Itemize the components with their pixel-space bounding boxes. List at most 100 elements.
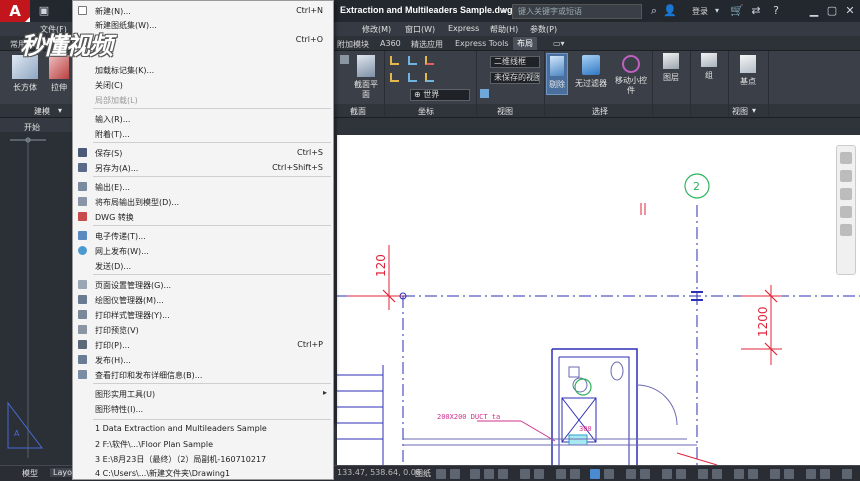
otrack-toggle-icon[interactable] [534,469,544,479]
annotation-visibility-icon[interactable] [676,469,686,479]
menu-parameters[interactable]: 参数(P) [530,24,557,35]
named-view-combo[interactable]: 未保存的视图 [490,72,540,84]
menu-item-dwg-convert[interactable]: DWG 转换 [73,209,333,224]
chevron-right-icon[interactable]: ▸ [500,4,510,18]
menu-item-etransmit[interactable]: 电子传递(T)... [73,228,333,243]
menu-express[interactable]: Express [448,24,479,33]
ribbon-toggle-icon[interactable]: ▭▾ [553,39,565,48]
menu-item-attach[interactable]: 附着(T)... [73,126,333,141]
app-logo-button[interactable]: A [0,0,30,22]
annotation-monitor-icon[interactable] [748,469,758,479]
menu-item-publish[interactable]: 发布(H)... [73,352,333,367]
recent-file-2[interactable]: 2 F:\软件\...\Floor Plan Sample [73,436,333,451]
menu-help[interactable]: 帮助(H) [490,24,518,35]
menu-item-save-as[interactable]: 另存为(A)... Ctrl+Shift+S [73,160,333,175]
grid-toggle-icon[interactable] [436,469,446,479]
units-icon[interactable] [770,469,780,479]
layers-button[interactable]: 图层 [656,53,686,83]
ucs-z-icon[interactable] [407,73,417,82]
culling-button[interactable]: 剔除 [546,53,568,95]
ucs-icon[interactable] [390,56,399,65]
dynamic-ucs-icon[interactable] [626,469,636,479]
lineweight-toggle-icon[interactable] [556,469,566,479]
menu-item-plot-style-manager[interactable]: 打印样式管理器(Y)... [73,307,333,322]
menu-item-save[interactable]: 保存(S) Ctrl+S [73,145,333,160]
login-label[interactable]: 登录 [692,6,708,17]
menu-item-plotter-manager[interactable]: 绘图仪管理器(M)... [73,292,333,307]
orbit-icon[interactable] [840,206,852,218]
tab-featured-apps[interactable]: 精选应用 [411,39,443,50]
menu-window[interactable]: 窗口(W) [405,24,435,35]
view-cube-icon[interactable] [480,89,489,98]
showmotion-icon[interactable] [840,224,852,236]
menu-item-drawing-properties[interactable]: 图形特性(I)... [73,401,333,416]
selection-panel-title[interactable]: 选择 [592,106,608,117]
tab-a360[interactable]: A360 [380,39,401,48]
menu-item-plot-preview[interactable]: 打印预览(V) [73,322,333,337]
selection-cycling-icon[interactable] [590,469,600,479]
view-panel-title[interactable]: 视图 [497,106,513,117]
quick-access-icon[interactable]: ▣ [38,4,50,18]
visual-style-combo[interactable]: 二维线框 [490,56,540,68]
menu-item-load-markup[interactable]: 加载标记集(K)... [73,62,333,77]
menu-item-import[interactable]: 输入(R)... [73,111,333,126]
navigation-bar[interactable] [836,145,856,275]
recent-file-4[interactable]: 4 C:\Users\...\新建文件夹\Drawing1 [73,465,333,480]
ucs-world-combo[interactable]: ⊕ 世界 [410,89,470,101]
view-panel2-title[interactable]: 视图 [732,106,748,117]
maximize-icon[interactable]: ▢ [826,4,838,18]
menu-item-export[interactable]: 输出(E)... [73,179,333,194]
osnap-toggle-icon[interactable] [520,469,530,479]
move-gizmo-button[interactable]: 移动小控件 [614,55,648,96]
workspace-switch-icon[interactable] [734,469,744,479]
ortho-toggle-icon[interactable] [470,469,480,479]
coordinates-panel-title[interactable]: 坐标 [418,106,434,117]
no-filter-button[interactable]: 无过滤器 [572,55,610,89]
menu-modify[interactable]: 修改(M) [362,24,391,35]
view-panel2-dropdown-icon[interactable]: ▾ [752,106,756,115]
polar-toggle-icon[interactable] [484,469,494,479]
tab-express-tools[interactable]: Express Tools [455,39,509,48]
recent-file-1[interactable]: 1 Data Extraction and Multileaders Sampl… [73,421,333,436]
modeling-panel-title[interactable]: 建模 [34,106,50,117]
exchange-icon[interactable]: ⇄ [750,4,762,18]
menu-item-export-layout[interactable]: 将布局输出到模型(D)... [73,194,333,209]
cart-icon[interactable]: 🛒 [730,4,744,18]
search-icon[interactable]: ⌕ [648,4,660,18]
drawing-canvas[interactable]: 2 120 1200 200X200 DUCT ta 300 [337,135,860,466]
menu-item-partial-load[interactable]: 局部加载(L) [73,92,333,107]
ucs-y-icon[interactable] [425,56,435,65]
search-input[interactable]: 键入关键字或短语 [512,4,642,19]
menu-item-page-setup[interactable]: 页面设置管理器(G)... [73,277,333,292]
menu-item-new[interactable]: 新建(N)... Ctrl+N [73,3,333,18]
menu-item-close[interactable]: 关闭(C) [73,77,333,92]
menu-item-plot[interactable]: 打印(P)... Ctrl+P [73,337,333,352]
menu-item-publish-web[interactable]: 网上发布(W)... [73,243,333,258]
annotation-scale-icon[interactable] [712,469,722,479]
tab-layout[interactable]: 布局 [513,37,537,50]
hardware-acceleration-icon[interactable] [820,469,830,479]
section-icon[interactable] [340,55,349,64]
tab-model[interactable]: 模型 [22,468,38,479]
zoom-icon[interactable] [840,188,852,200]
transparency-toggle-icon[interactable] [570,469,580,479]
modeling-panel-dropdown-icon[interactable]: ▾ [58,106,62,115]
ucs-x-icon[interactable] [407,56,417,65]
3d-osnap-icon[interactable] [604,469,614,479]
sign-in-icon[interactable]: 👤 [663,4,677,18]
gizmo-toggle-icon[interactable] [662,469,672,479]
pan-icon[interactable] [840,170,852,182]
minimize-icon[interactable]: ▁ [808,4,820,18]
section-panel-title[interactable]: 截面 [350,106,366,117]
recent-file-3[interactable]: 3 E:\8月23日（最终）（2）局副机-160710217 [73,451,333,466]
section-plane-button[interactable]: 截面平面 [352,55,380,100]
snap-toggle-icon[interactable] [450,469,460,479]
menu-item-send[interactable]: 发送(D)... [73,258,333,273]
menu-item-drawing-utilities[interactable]: 图形实用工具(U) ▸ [73,386,333,401]
steering-wheel-icon[interactable] [840,152,852,164]
tab-addins[interactable]: 附加模块 [337,39,369,50]
selection-filter-icon[interactable] [640,469,650,479]
paper-toggle[interactable]: 图纸 [415,468,431,479]
menu-item-new-sheet-set[interactable]: 新建图纸集(W)... [73,17,333,32]
ucs-origin-icon[interactable] [390,73,399,82]
